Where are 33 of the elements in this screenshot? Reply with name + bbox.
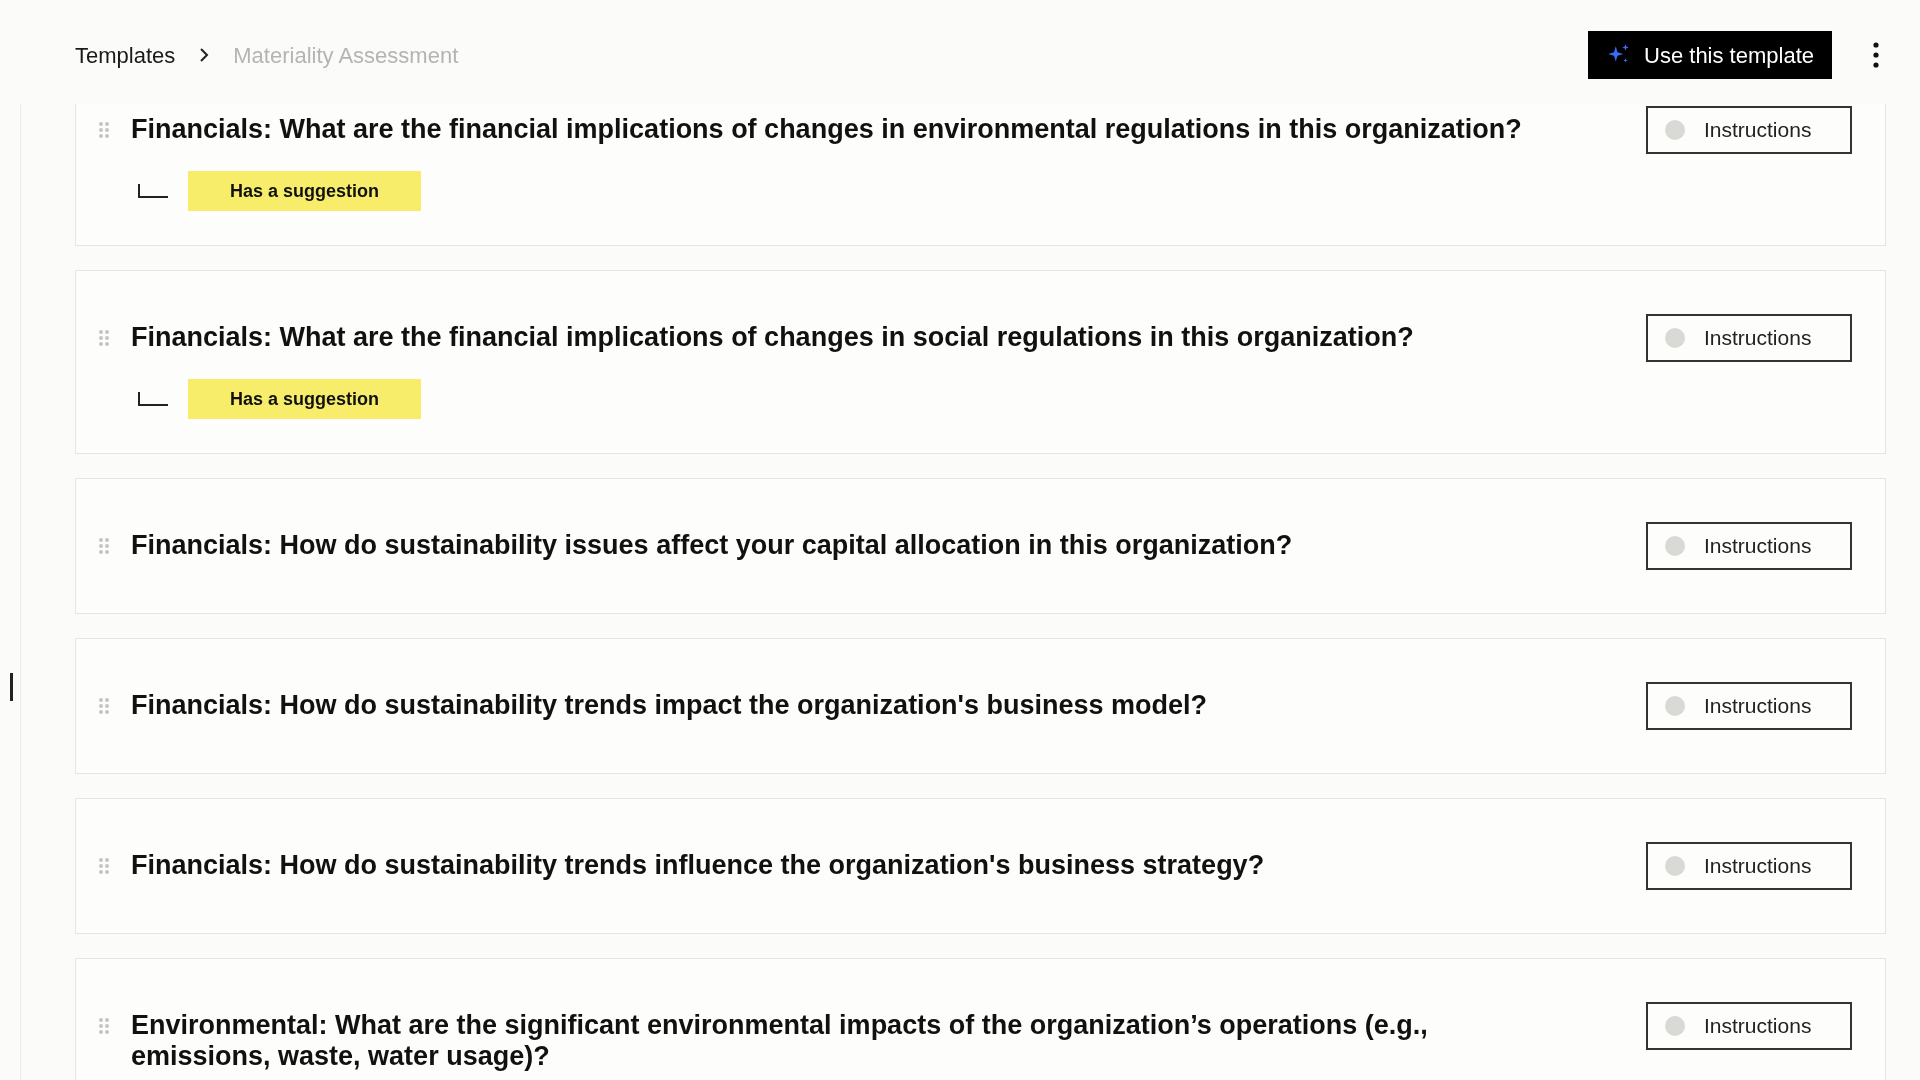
branch-line-icon [138, 184, 168, 198]
instructions-button[interactable]: Instructions [1646, 522, 1852, 570]
drag-handle-icon[interactable] [98, 537, 110, 555]
question-text: Financials: What are the financial implications of changes in environmental regulations in this organization? [131, 113, 1523, 145]
resize-handle[interactable] [10, 673, 13, 701]
instructions-button[interactable]: Instructions [1646, 106, 1852, 154]
question-text: Financials: How do sustainability trends influence the organization's business strategy? [131, 849, 1266, 881]
more-icon[interactable] [1872, 42, 1880, 68]
drag-handle-icon[interactable] [98, 329, 110, 347]
use-template-button[interactable]: Use this template [1588, 31, 1832, 79]
branch-line-icon [138, 392, 168, 406]
drag-handle-icon[interactable] [98, 857, 110, 875]
question-text: Financials: How do sustainability trends impact the organization's business model? [131, 689, 1209, 721]
chevron-icon [199, 48, 210, 62]
drag-handle-icon[interactable] [98, 121, 110, 139]
status-dot-icon [1664, 535, 1686, 557]
status-dot-icon [1664, 855, 1686, 877]
instructions-button[interactable]: Instructions [1646, 842, 1852, 890]
suggestion-badge: Has a suggestion [188, 379, 421, 419]
instructions-button[interactable]: Instructions [1646, 314, 1852, 362]
drag-handle-icon[interactable] [98, 697, 110, 715]
status-dot-icon [1664, 695, 1686, 717]
status-dot-icon [1664, 119, 1686, 141]
instructions-button[interactable]: Instructions [1646, 682, 1852, 730]
instructions-button[interactable]: Instructions [1646, 1002, 1852, 1050]
suggestion-badge: Has a suggestion [188, 171, 421, 211]
question-text: Financials: What are the financial implications of changes in social regulations in this organization? [131, 321, 1415, 353]
status-dot-icon [1664, 327, 1686, 349]
question-text: Environmental: What are the significant environmental impacts of the organization’s operations (e.g., emissions, waste, water usage)? [131, 1009, 1429, 1072]
drag-handle-icon[interactable] [98, 1017, 110, 1035]
status-dot-icon [1664, 1015, 1686, 1037]
question-text: Financials: How do sustainability issues affect your capital allocation in this organization? [131, 529, 1294, 561]
breadcrumb-link[interactable]: Templates [75, 38, 176, 72]
